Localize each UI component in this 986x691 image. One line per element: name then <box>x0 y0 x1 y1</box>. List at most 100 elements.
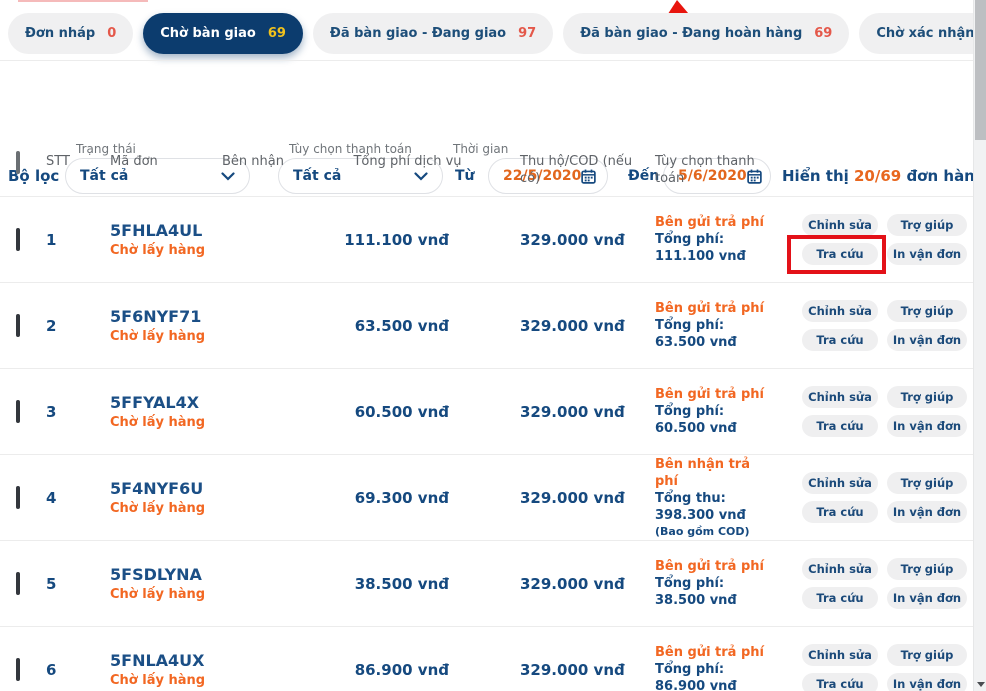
tab-label: Đã bàn giao - Đang hoàn hàng <box>580 26 803 41</box>
help-button[interactable]: Trợ giúp <box>887 558 967 580</box>
table-row: 1 5FHLA4UL Chờ lấy hàng 111.100 vnđ 329.… <box>0 197 973 283</box>
order-code-link[interactable]: 5FNLA4UX <box>110 651 222 670</box>
edit-button[interactable]: Chỉnh sửa <box>802 300 878 322</box>
lookup-button[interactable]: Tra cứu <box>802 329 878 351</box>
print-waybill-button[interactable]: In vận đơn <box>887 501 967 523</box>
order-code-link[interactable]: 5FHLA4UL <box>110 221 222 240</box>
help-button[interactable]: Trợ giúp <box>887 386 967 408</box>
payment-type: Bên gửi trả phí <box>655 215 764 230</box>
row-checkbox[interactable] <box>16 572 20 595</box>
row-fee: 69.300 vnđ <box>354 488 449 507</box>
header-payment: Tùy chọn thanh toán <box>655 154 755 186</box>
order-status: Chờ lấy hàng <box>110 329 206 344</box>
orders-table: STT Mã đơn Bên nhận Tổng phí dịch vụ Thu… <box>0 145 973 691</box>
tab-label: Đơn nháp <box>25 26 96 41</box>
row-checkbox[interactable] <box>16 658 20 681</box>
payment-total: Tổng phí: 63.500 vnđ <box>655 318 737 350</box>
header-receiver: Bên nhận <box>222 154 284 169</box>
help-button[interactable]: Trợ giúp <box>887 214 967 236</box>
row-actions: Chỉnh sửa Trợ giúp Tra cứu In vận đơn <box>780 644 973 691</box>
lookup-button[interactable]: Tra cứu <box>802 415 878 437</box>
row-stt: 2 <box>46 316 57 335</box>
tab-count-badge: 0 <box>107 26 117 41</box>
help-button[interactable]: Trợ giúp <box>887 644 967 666</box>
annotation-red-line <box>18 0 148 2</box>
row-cod: 329.000 vnđ <box>520 230 625 249</box>
print-waybill-button[interactable]: In vận đơn <box>887 329 967 351</box>
row-fee: 86.900 vnđ <box>354 660 449 679</box>
row-cod: 329.000 vnđ <box>520 316 625 335</box>
payment-total: Tổng phí: 111.100 vnđ <box>655 232 746 264</box>
payment-type: Bên nhận trả phí <box>655 457 750 489</box>
help-button[interactable]: Trợ giúp <box>887 300 967 322</box>
row-stt: 3 <box>46 402 57 421</box>
order-status: Chờ lấy hàng <box>110 673 206 688</box>
status-tab-1[interactable]: Chờ bàn giao 69 <box>143 13 303 54</box>
select-all-checkbox[interactable] <box>16 151 20 174</box>
print-waybill-button[interactable]: In vận đơn <box>887 673 967 691</box>
tab-label: Đã bàn giao - Đang giao <box>329 26 507 41</box>
payment-type: Bên gửi trả phí <box>655 559 764 574</box>
status-tab-3[interactable]: Đã bàn giao - Đang hoàn hàng 69 <box>563 13 850 54</box>
order-status: Chờ lấy hàng <box>110 243 206 258</box>
lookup-button[interactable]: Tra cứu <box>802 243 878 265</box>
tab-label: Chờ xác nhận giao lại <box>876 26 986 41</box>
row-cod: 329.000 vnđ <box>520 660 625 679</box>
print-waybill-button[interactable]: In vận đơn <box>887 243 967 265</box>
lookup-button-wrap: Tra cứu <box>802 501 878 523</box>
status-tab-4[interactable]: Chờ xác nhận giao lại 3 <box>859 13 986 54</box>
row-fee: 38.500 vnđ <box>354 574 449 593</box>
lookup-button[interactable]: Tra cứu <box>802 673 878 691</box>
order-code-link[interactable]: 5FSDLYNA <box>110 565 222 584</box>
edit-button[interactable]: Chỉnh sửa <box>802 558 878 580</box>
header-stt: STT <box>46 154 70 169</box>
edit-button[interactable]: Chỉnh sửa <box>802 644 878 666</box>
lookup-button[interactable]: Tra cứu <box>802 587 878 609</box>
lookup-button-wrap: Tra cứu <box>802 415 878 437</box>
order-code-link[interactable]: 5F6NYF71 <box>110 307 222 326</box>
print-waybill-button[interactable]: In vận đơn <box>887 587 967 609</box>
edit-button[interactable]: Chỉnh sửa <box>802 386 878 408</box>
row-cod: 329.000 vnđ <box>520 402 625 421</box>
table-header-row: STT Mã đơn Bên nhận Tổng phí dịch vụ Thu… <box>0 145 973 197</box>
table-row: 5 5FSDLYNA Chờ lấy hàng 38.500 vnđ 329.0… <box>0 541 973 627</box>
scrollbar-down-arrow-icon[interactable] <box>977 682 985 687</box>
payment-total: Tổng phí: 60.500 vnđ <box>655 404 737 436</box>
status-tab-2[interactable]: Đã bàn giao - Đang giao 97 <box>312 13 554 54</box>
row-fee: 60.500 vnđ <box>354 402 449 421</box>
header-code: Mã đơn <box>110 154 158 169</box>
payment-type: Bên gửi trả phí <box>655 645 764 660</box>
row-stt: 4 <box>46 488 57 507</box>
row-stt: 5 <box>46 574 57 593</box>
order-status: Chờ lấy hàng <box>110 415 206 430</box>
row-actions: Chỉnh sửa Trợ giúp Tra cứu In vận đơn <box>780 300 973 351</box>
row-actions: Chỉnh sửa Trợ giúp Tra cứu In vận đơn <box>780 214 973 274</box>
status-tabs: Đơn nháp 0 Chờ bàn giao 69 Đã bàn giao -… <box>8 13 986 54</box>
row-checkbox[interactable] <box>16 314 20 337</box>
help-button[interactable]: Trợ giúp <box>887 472 967 494</box>
lookup-button[interactable]: Tra cứu <box>802 501 878 523</box>
edit-button[interactable]: Chỉnh sửa <box>802 214 878 236</box>
scrollbar-thumb[interactable] <box>975 0 986 140</box>
lookup-button-wrap: Tra cứu <box>802 587 878 609</box>
lookup-button-wrap: Tra cứu <box>802 329 878 351</box>
row-fee: 111.100 vnđ <box>344 230 449 249</box>
row-checkbox[interactable] <box>16 400 20 423</box>
filter-bar: Bộ lọc Trạng thái Tất cả Tùy chọn thanh … <box>0 60 986 194</box>
payment-type: Bên gửi trả phí <box>655 387 764 402</box>
status-tab-0[interactable]: Đơn nháp 0 <box>8 13 134 54</box>
lookup-button-wrap: Tra cứu <box>802 673 878 691</box>
vertical-scrollbar[interactable] <box>973 0 986 691</box>
row-fee: 63.500 vnđ <box>354 316 449 335</box>
edit-button[interactable]: Chỉnh sửa <box>802 472 878 494</box>
header-fee: Tổng phí dịch vụ <box>353 154 462 169</box>
row-cod: 329.000 vnđ <box>520 488 625 507</box>
row-actions: Chỉnh sửa Trợ giúp Tra cứu In vận đơn <box>780 558 973 609</box>
row-checkbox[interactable] <box>16 228 20 251</box>
row-checkbox[interactable] <box>16 486 20 509</box>
order-code-link[interactable]: 5FFYAL4X <box>110 393 222 412</box>
payment-total: Tổng thu: 398.300 vnđ <box>655 491 746 523</box>
order-code-link[interactable]: 5F4NYF6U <box>110 479 222 498</box>
print-waybill-button[interactable]: In vận đơn <box>887 415 967 437</box>
order-status: Chờ lấy hàng <box>110 587 206 602</box>
